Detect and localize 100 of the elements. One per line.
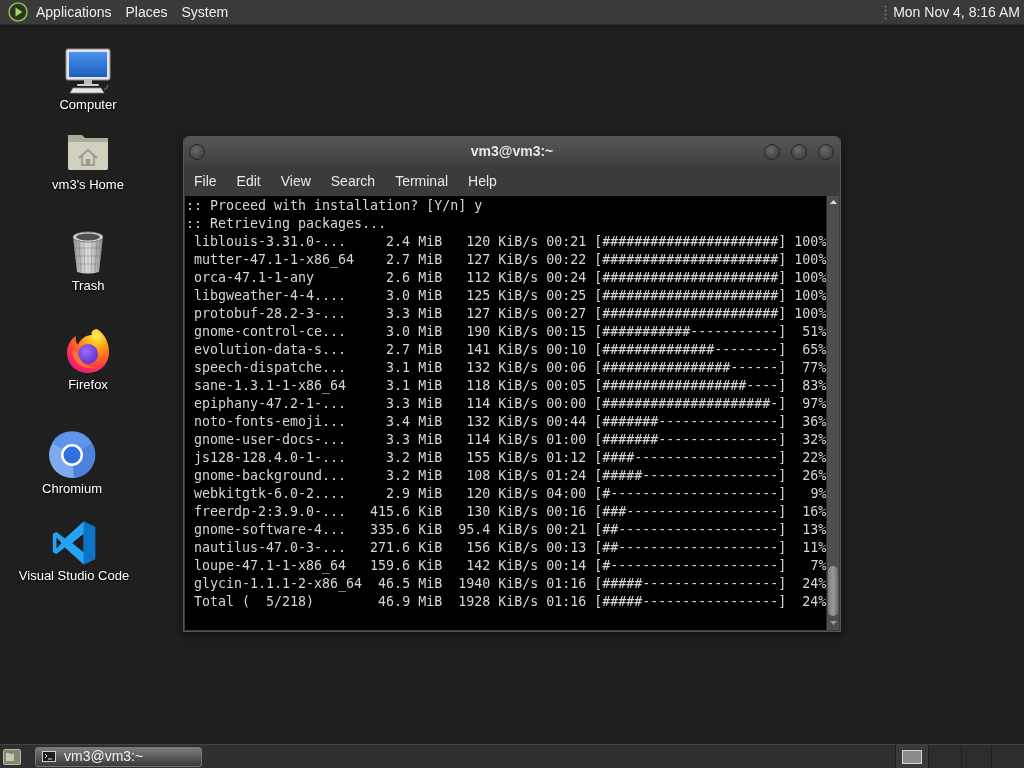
scrollbar-track[interactable]: [826, 196, 839, 630]
panel-clock[interactable]: Mon Nov 4, 8:16 AM: [893, 1, 1020, 23]
minimize-button[interactable]: [764, 143, 780, 160]
download-rate: 130 KiB/s: [466, 504, 539, 519]
time-remaining: 00:06: [546, 360, 587, 375]
desktop-shortcut[interactable]: Visual Studio Code: [18, 520, 130, 584]
download-rate: 125 KiB/s: [466, 288, 539, 303]
file-size: 3.3 MiB: [386, 396, 443, 411]
time-remaining: 00:16: [546, 504, 587, 519]
package-name: glycin-1.1.1-2-x86_64: [194, 576, 363, 591]
package-name: noto-fonts-emoji...: [194, 414, 347, 429]
menu-bar-item[interactable]: Terminal: [385, 166, 459, 196]
file-size: 46.9 MiB: [378, 594, 443, 609]
time-remaining: 01:24: [546, 468, 587, 483]
desktop-shortcut[interactable]: Trash: [64, 228, 112, 294]
file-size: 3.4 MiB: [386, 414, 443, 429]
workspace-button[interactable]: [895, 744, 928, 768]
progress-hashes: [###########-----------]: [594, 324, 787, 339]
package-name: evolution-data-s...: [194, 342, 347, 357]
progress-hashes: [####------------------]: [594, 450, 787, 465]
download-rate: 127 KiB/s: [466, 252, 539, 267]
window-menu-button[interactable]: [189, 143, 205, 160]
file-size: 335.6 KiB: [370, 522, 443, 537]
percent-complete: 22%: [802, 450, 826, 465]
package-name: orca-47.1-1-any: [194, 270, 315, 285]
desktop-shortcut[interactable]: vm3's Home: [52, 127, 124, 193]
percent-complete: 11%: [802, 540, 826, 555]
scrollbar-thumb[interactable]: [828, 566, 838, 616]
terminal-icon: [42, 751, 56, 762]
percent-complete: 51%: [802, 324, 826, 339]
menu-bar-item[interactable]: File: [184, 166, 227, 196]
progress-hashes: [#####-----------------]: [594, 594, 787, 609]
progress-hashes: [##--------------------]: [594, 522, 787, 537]
terminal-line: :: Proceed with installation? [Y/n] y: [186, 197, 483, 215]
percent-complete: 9%: [810, 486, 826, 501]
show-desktop-button[interactable]: [2, 746, 22, 767]
progress-hashes: [#######---------------]: [594, 414, 787, 429]
package-name: gnome-background...: [194, 468, 347, 483]
file-size: 2.7 MiB: [386, 252, 443, 267]
time-remaining: 04:00: [546, 486, 587, 501]
percent-complete: 16%: [802, 504, 826, 519]
window-thumbnail-icon: [902, 749, 922, 764]
panel-menu[interactable]: Applications: [29, 0, 119, 25]
package-name: protobuf-28.2-3-...: [194, 306, 347, 321]
panel-menu[interactable]: Places: [118, 0, 175, 25]
progress-hashes: [######################]: [594, 270, 787, 285]
time-remaining: 00:13: [546, 540, 587, 555]
time-remaining: 00:25: [546, 288, 587, 303]
menu-bar-item[interactable]: Help: [458, 166, 507, 196]
percent-complete: 100%: [794, 234, 826, 249]
taskbar-window-button[interactable]: vm3@vm3:~: [35, 746, 202, 767]
progress-hashes: [#---------------------]: [594, 486, 787, 501]
maximize-button[interactable]: [791, 143, 807, 160]
close-button[interactable]: [818, 143, 834, 160]
package-name: epiphany-47.2-1-...: [194, 396, 347, 411]
download-rate: 155 KiB/s: [466, 450, 539, 465]
package-name: Total ( 5/218): [194, 594, 315, 609]
menu-bar-item[interactable]: Edit: [226, 166, 271, 196]
file-size: 415.6 KiB: [370, 504, 443, 519]
percent-complete: 13%: [802, 522, 826, 537]
time-remaining: 00:05: [546, 378, 587, 393]
panel-menu[interactable]: System: [174, 0, 236, 25]
package-name: js128-128.4.0-1-...: [194, 450, 347, 465]
menu-bar-item[interactable]: View: [270, 166, 321, 196]
percent-complete: 36%: [802, 414, 826, 429]
percent-complete: 26%: [802, 468, 826, 483]
file-size: 3.0 MiB: [386, 288, 443, 303]
download-rate: 108 KiB/s: [466, 468, 539, 483]
desktop-icon: [3, 748, 21, 765]
file-size: 159.6 KiB: [370, 558, 443, 573]
desktop-shortcut[interactable]: Chromium: [42, 431, 102, 497]
progress-hashes: [######################]: [594, 288, 787, 303]
file-size: 3.3 MiB: [386, 432, 443, 447]
file-size: 3.1 MiB: [386, 378, 443, 393]
package-name: sane-1.3.1-1-x86_64: [194, 378, 347, 393]
progress-hashes: [###-------------------]: [594, 504, 787, 519]
file-size: 2.9 MiB: [386, 486, 443, 501]
time-remaining: 01:12: [546, 450, 587, 465]
desktop-shortcut[interactable]: Computer: [59, 47, 117, 113]
up-arrow-icon: [829, 200, 837, 204]
vscode-logo-icon: [51, 520, 97, 566]
download-rate: 1928 KiB/s: [458, 594, 539, 609]
progress-hashes: [######################]: [594, 252, 787, 267]
computer-icon: [64, 47, 112, 95]
file-size: 3.0 MiB: [386, 324, 443, 339]
progress-hashes: [######################]: [594, 306, 787, 321]
progress-hashes: [################------]: [594, 360, 787, 375]
package-name: gnome-user-docs-...: [194, 432, 347, 447]
file-size: 2.7 MiB: [386, 342, 443, 357]
progress-hashes: [##############--------]: [594, 342, 787, 357]
time-remaining: 00:24: [546, 270, 587, 285]
download-rate: 190 KiB/s: [466, 324, 539, 339]
desktop-shortcut[interactable]: Firefox: [64, 327, 112, 393]
file-size: 46.5 MiB: [378, 576, 443, 591]
percent-complete: 24%: [802, 576, 826, 591]
package-name: nautilus-47.0-3-...: [194, 540, 347, 555]
down-arrow-icon: [829, 621, 837, 625]
package-name: freerdp-2:3.9.0-...: [194, 504, 347, 519]
menu-bar-item[interactable]: Search: [320, 166, 386, 196]
time-remaining: 01:16: [546, 576, 587, 591]
